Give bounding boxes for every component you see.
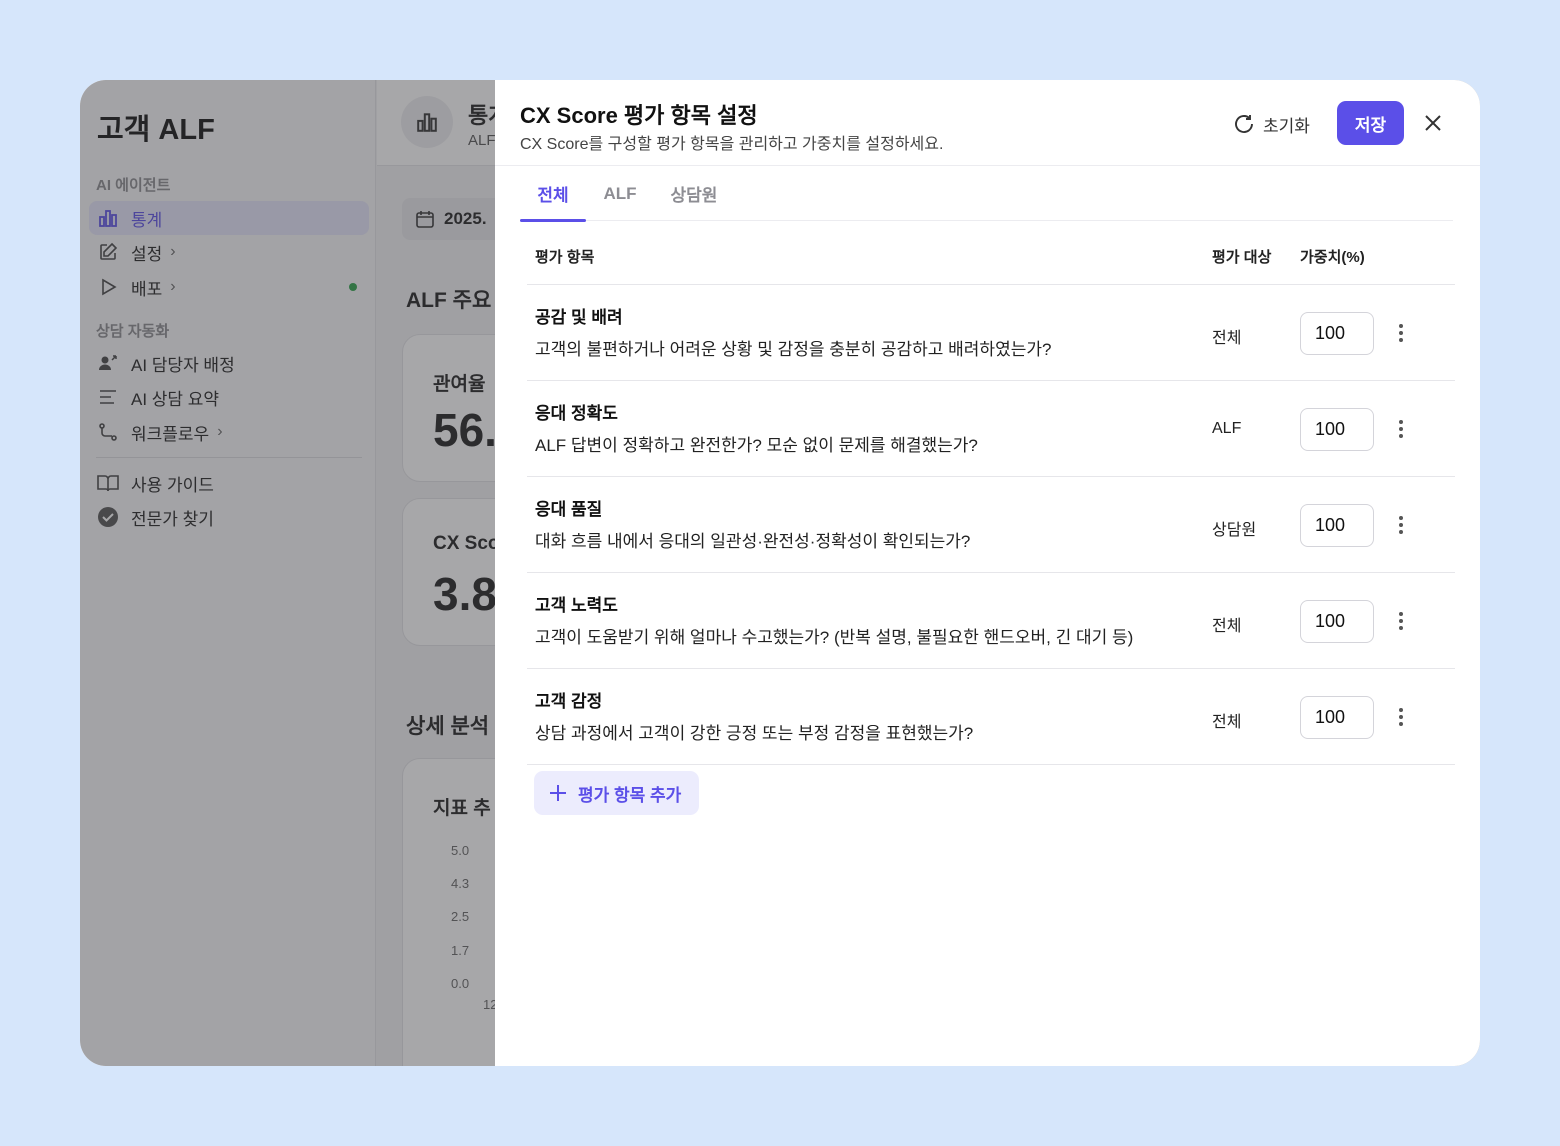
tab-agent[interactable]: 상담원	[662, 166, 726, 221]
column-header-target: 평가 대상	[1212, 249, 1272, 266]
more-options-button[interactable]	[1391, 321, 1411, 345]
more-options-button[interactable]	[1391, 609, 1411, 633]
kebab-menu-icon	[1399, 516, 1403, 534]
criteria-description: 대화 흐름 내에서 응대의 일관성·완전성·정확성이 확인되는가?	[535, 532, 971, 551]
criteria-title: 응대 정확도	[535, 404, 618, 423]
tab-alf[interactable]: ALF	[596, 166, 644, 221]
tab-all[interactable]: 전체	[520, 166, 586, 222]
plus-icon	[550, 785, 566, 801]
criteria-description: 고객의 불편하거나 어려운 상황 및 감정을 충분히 공감하고 배려하였는가?	[535, 340, 1052, 359]
table-row: 응대 정확도 ALF 답변이 정확하고 완전한가? 모순 없이 문제를 해결했는…	[527, 381, 1455, 477]
criteria-description: 상담 과정에서 고객이 강한 긍정 또는 부정 감정을 표현했는가?	[535, 724, 974, 743]
reset-button[interactable]: 초기화	[1233, 110, 1310, 138]
table-row: 응대 품질 대화 흐름 내에서 응대의 일관성·완전성·정확성이 확인되는가? …	[527, 477, 1455, 573]
criteria-target: 전체	[1212, 714, 1242, 731]
weight-input[interactable]	[1300, 312, 1374, 355]
add-criteria-label: 평가 항목 추가	[578, 785, 682, 805]
column-header-item: 평가 항목	[535, 249, 595, 266]
criteria-target: 전체	[1212, 618, 1242, 635]
more-options-button[interactable]	[1391, 513, 1411, 537]
weight-input[interactable]	[1300, 696, 1374, 739]
weight-input[interactable]	[1300, 600, 1374, 643]
criteria-description: 고객이 도움받기 위해 얼마나 수고했는가? (반복 설명, 불필요한 핸드오버…	[535, 628, 1134, 647]
kebab-menu-icon	[1399, 612, 1403, 630]
criteria-title: 고객 노력도	[535, 596, 618, 615]
close-icon	[1425, 115, 1441, 131]
add-criteria-button[interactable]: 평가 항목 추가	[534, 771, 699, 815]
more-options-button[interactable]	[1391, 417, 1411, 441]
table-row: 고객 감정 상담 과정에서 고객이 강한 긍정 또는 부정 감정을 표현했는가?…	[527, 669, 1455, 765]
weight-input[interactable]	[1300, 504, 1374, 547]
kebab-menu-icon	[1399, 420, 1403, 438]
criteria-target: 전체	[1212, 330, 1242, 347]
table-row: 공감 및 배려 고객의 불편하거나 어려운 상황 및 감정을 충분히 공감하고 …	[527, 285, 1455, 381]
cx-score-settings-drawer: CX Score 평가 항목 설정 CX Score를 구성할 평가 항목을 관…	[495, 80, 1480, 1066]
save-button[interactable]: 저장	[1337, 101, 1404, 145]
criteria-title: 고객 감정	[535, 692, 603, 711]
criteria-title: 공감 및 배려	[535, 308, 623, 327]
column-header-weight: 가중치(%)	[1300, 249, 1365, 266]
more-options-button[interactable]	[1391, 705, 1411, 729]
weight-input[interactable]	[1300, 408, 1374, 451]
reset-label: 초기화	[1263, 116, 1310, 136]
kebab-menu-icon	[1399, 708, 1403, 726]
criteria-description: ALF 답변이 정확하고 완전한가? 모순 없이 문제를 해결했는가?	[535, 436, 978, 455]
table-row: 고객 노력도 고객이 도움받기 위해 얼마나 수고했는가? (반복 설명, 불필…	[527, 573, 1455, 669]
drawer-subtitle: CX Score를 구성할 평가 항목을 관리하고 가중치를 설정하세요.	[520, 136, 944, 153]
kebab-menu-icon	[1399, 324, 1403, 342]
app-window: 고객 ALF AI 에이전트 통계 설정 › 배포 › 상담 자동화 AI 담당…	[80, 80, 1480, 1066]
drawer-title: CX Score 평가 항목 설정	[520, 103, 758, 128]
criteria-target: ALF	[1212, 420, 1242, 437]
close-button[interactable]	[1420, 110, 1446, 136]
refresh-icon	[1235, 115, 1253, 133]
criteria-target: 상담원	[1212, 522, 1257, 539]
tab-bar: 전체 ALF 상담원	[520, 166, 1453, 222]
criteria-title: 응대 품질	[535, 500, 603, 519]
